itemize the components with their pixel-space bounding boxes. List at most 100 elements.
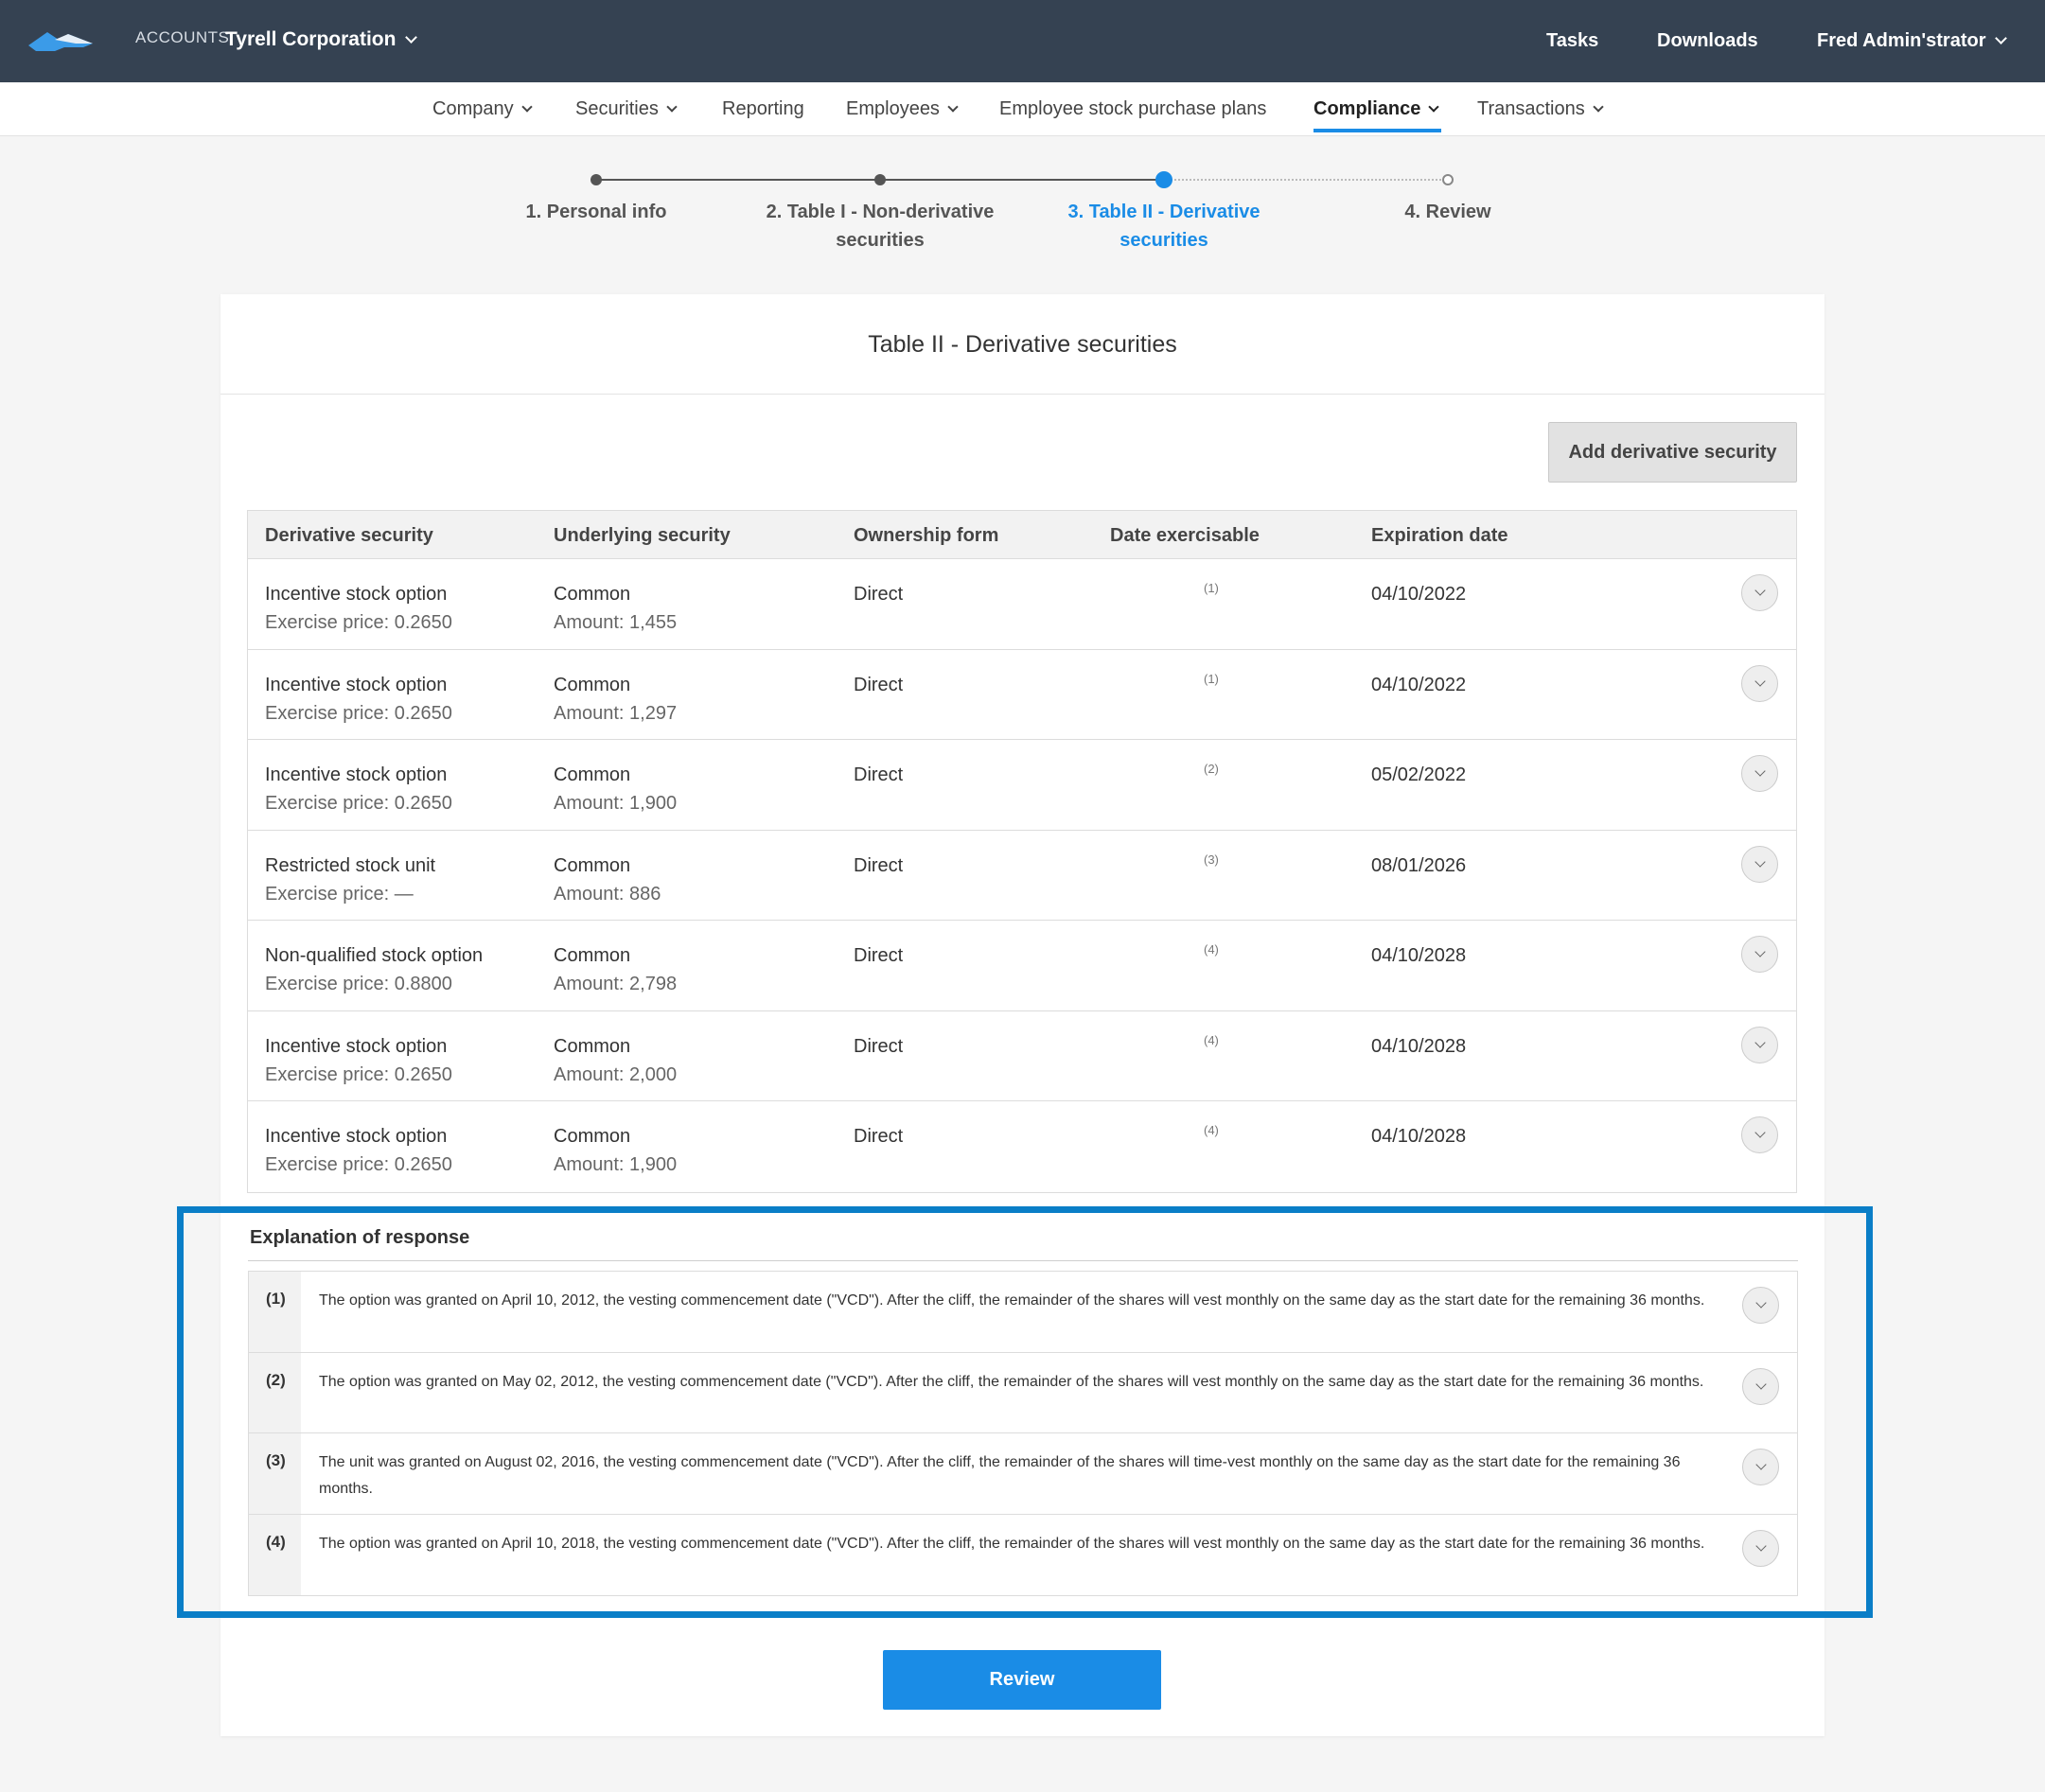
chevron-down-icon: [1754, 1297, 1767, 1309]
expand-row-button[interactable]: [1741, 1026, 1778, 1063]
table-row[interactable]: Incentive stock option Exercise price: 0…: [248, 1011, 1796, 1101]
underlying-amount: Amount: 2,798: [554, 974, 678, 994]
exercise-price: Exercise price: 0.2650: [265, 702, 452, 724]
underlying-security-cell: Common Amount: 2,000: [554, 1032, 677, 1089]
nav-transactions[interactable]: Transactions: [1477, 98, 1604, 120]
security-name: Non-qualified stock option: [265, 945, 484, 966]
expand-row-button[interactable]: [1741, 936, 1778, 973]
downloads-link[interactable]: Downloads: [1657, 30, 1758, 52]
nav-espp[interactable]: Employee stock purchase plans: [999, 98, 1266, 120]
ownership-form: Direct: [854, 764, 904, 785]
explanation-item: (3) The unit was granted on August 02, 2…: [249, 1433, 1797, 1515]
exercise-price: Exercise price: —: [265, 883, 414, 905]
nav-securities[interactable]: Securities: [575, 98, 678, 120]
review-button[interactable]: Review: [883, 1650, 1161, 1710]
company-name: Tyrell Corporation: [225, 28, 397, 50]
header-derivative-security: Derivative security: [265, 525, 433, 546]
underlying-security-cell: Common Amount: 886: [554, 852, 661, 908]
explanation-item: (1) The option was granted on April 10, …: [249, 1272, 1797, 1353]
footnote-ref[interactable]: (3): [1204, 852, 1219, 867]
footnote-ref[interactable]: (4): [1204, 1033, 1219, 1047]
underlying-security-cell: Common Amount: 1,900: [554, 1122, 677, 1179]
underlying-amount: Amount: 886: [554, 883, 661, 905]
chevron-down-icon: [1754, 585, 1766, 596]
expand-footnote-button[interactable]: [1742, 1449, 1779, 1485]
company-switcher[interactable]: Tyrell Corporation: [225, 28, 418, 51]
top-bar: ACCOUNTS Tyrell Corporation Tasks Downlo…: [0, 0, 2045, 82]
footnote-number: (1): [249, 1272, 301, 1352]
step-4-label[interactable]: 4. Review: [1353, 198, 1543, 226]
expand-row-button[interactable]: [1741, 574, 1778, 611]
step-3-label[interactable]: 3. Table II - Derivative securities: [1041, 198, 1287, 255]
user-menu[interactable]: Fred Admin'strator: [1817, 30, 2008, 52]
expand-footnote-button[interactable]: [1742, 1529, 1779, 1567]
underlying-amount: Amount: 2,000: [554, 1063, 678, 1085]
step-connector: [880, 179, 1164, 181]
underlying-amount: Amount: 1,900: [554, 793, 678, 814]
chevron-down-icon: [405, 30, 418, 44]
security-name: Incentive stock option: [265, 1126, 448, 1147]
expand-footnote-button[interactable]: [1742, 1287, 1779, 1324]
step-1-dot[interactable]: [591, 174, 602, 185]
header-underlying-security: Underlying security: [554, 525, 731, 546]
footnote-number: (4): [249, 1514, 301, 1595]
header-expiration-date: Expiration date: [1371, 525, 1508, 546]
main-nav: Company Securities Reporting Employees E…: [0, 82, 2045, 136]
add-derivative-security-button[interactable]: Add derivative security: [1548, 422, 1797, 483]
underlying-security-cell: Common Amount: 1,900: [554, 761, 677, 817]
footnote-ref[interactable]: (1): [1204, 581, 1219, 595]
divider: [248, 1260, 1798, 1261]
security-name: Incentive stock option: [265, 1035, 448, 1057]
user-name: Fred Admin'strator: [1817, 30, 1986, 51]
table-row[interactable]: Incentive stock option Exercise price: 0…: [248, 650, 1796, 740]
underlying-name: Common: [554, 674, 631, 695]
footnote-ref[interactable]: (2): [1204, 762, 1219, 776]
table-row[interactable]: Incentive stock option Exercise price: 0…: [248, 559, 1796, 650]
underlying-name: Common: [554, 854, 631, 876]
underlying-security-cell: Common Amount: 2,798: [554, 941, 677, 998]
expand-row-button[interactable]: [1741, 664, 1778, 702]
logo-icon[interactable]: [26, 26, 95, 53]
underlying-security-cell: Common Amount: 1,455: [554, 580, 677, 637]
nav-company[interactable]: Company: [432, 98, 533, 120]
table-row[interactable]: Restricted stock unit Exercise price: — …: [248, 831, 1796, 921]
footnote-number: (2): [249, 1352, 301, 1432]
ownership-form: Direct: [854, 1035, 904, 1057]
expiration-date: 04/10/2028: [1371, 1126, 1467, 1147]
table-row[interactable]: Incentive stock option Exercise price: 0…: [248, 1101, 1796, 1192]
footnote-ref[interactable]: (1): [1204, 672, 1219, 686]
expiration-date: 04/10/2022: [1371, 674, 1467, 695]
expiration-date: 04/10/2028: [1371, 1035, 1467, 1057]
chevron-down-icon: [1754, 765, 1766, 777]
derivative-security-cell: Incentive stock option Exercise price: 0…: [265, 580, 452, 637]
chevron-down-icon: [666, 101, 678, 113]
chevron-down-icon: [1428, 101, 1440, 113]
derivative-table: Derivative security Underlying security …: [247, 510, 1797, 1193]
expand-row-button[interactable]: [1741, 755, 1778, 792]
explanation-item: (4) The option was granted on April 10, …: [249, 1514, 1797, 1595]
footnote-ref[interactable]: (4): [1204, 1123, 1219, 1137]
nav-compliance[interactable]: Compliance: [1313, 98, 1440, 120]
accounts-label: ACCOUNTS: [135, 28, 230, 46]
expand-row-button[interactable]: [1741, 845, 1778, 883]
step-4-dot[interactable]: [1442, 174, 1454, 185]
chevron-down-icon: [1754, 1127, 1766, 1138]
explanation-list: (1) The option was granted on April 10, …: [248, 1271, 1798, 1596]
tasks-link[interactable]: Tasks: [1546, 30, 1598, 52]
footnote-ref[interactable]: (4): [1204, 942, 1219, 957]
table-row[interactable]: Incentive stock option Exercise price: 0…: [248, 740, 1796, 831]
expand-row-button[interactable]: [1741, 1116, 1778, 1153]
expand-footnote-button[interactable]: [1742, 1367, 1779, 1405]
footnote-text: The option was granted on April 10, 2018…: [319, 1535, 1705, 1552]
step-2-dot[interactable]: [874, 174, 886, 185]
nav-reporting[interactable]: Reporting: [722, 98, 804, 120]
exercise-price: Exercise price: 0.2650: [265, 793, 452, 814]
table-row[interactable]: Non-qualified stock option Exercise pric…: [248, 921, 1796, 1011]
security-name: Incentive stock option: [265, 764, 448, 785]
ownership-form: Direct: [854, 1126, 904, 1147]
step-3-dot[interactable]: [1155, 171, 1172, 188]
security-name: Incentive stock option: [265, 674, 448, 695]
step-2-label[interactable]: 2. Table I - Non-derivative securities: [748, 198, 1013, 255]
nav-employees[interactable]: Employees: [846, 98, 959, 120]
step-1-label[interactable]: 1. Personal info: [502, 198, 691, 226]
